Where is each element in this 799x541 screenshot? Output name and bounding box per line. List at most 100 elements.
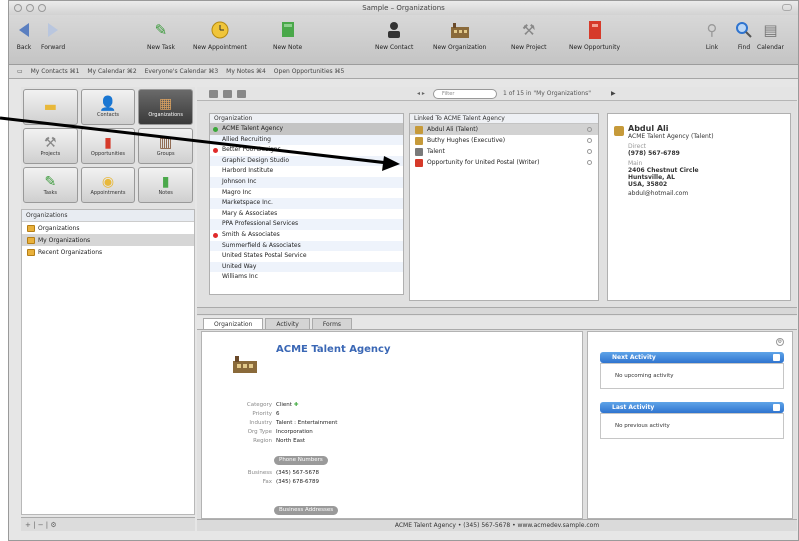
sidebar-toggle-icon[interactable]: ▭ [17,68,23,75]
organization-row[interactable]: United Way [210,261,403,273]
gear-icon[interactable]: ⚙ [776,338,784,346]
category-contacts[interactable]: 👤 Contacts [80,89,136,125]
next-arrow-icon[interactable]: ▶ [611,87,616,101]
linked-item[interactable]: Buthy Hughes (Executive) [410,135,598,146]
organization-row[interactable]: PPA Professional Services [210,219,403,230]
last-activity-header[interactable]: Last Activity [600,402,784,413]
organization-row[interactable]: Harbord Institute [210,166,403,177]
organization-row-label: Harbord Institute [222,167,274,175]
radio-icon[interactable] [587,148,592,154]
bookmark-item[interactable]: My Calendar ⌘2 [87,68,136,75]
card-phone[interactable]: (978) 567-6789 [628,150,714,157]
category-notes[interactable]: ▮ Notes [138,167,193,203]
category-organizations[interactable]: ▦ Organizations [138,89,193,125]
field-value[interactable]: 6 [276,411,280,417]
new-contact-button[interactable]: New Contact [375,19,413,51]
card-view-button[interactable] [237,90,246,98]
organization-row[interactable]: Marketspace Inc. [210,198,403,209]
folder-icon [27,248,35,256]
new-project-button[interactable]: ⚒ New Project [511,19,547,51]
add-group-button[interactable]: + [25,521,31,529]
new-opportunity-button[interactable]: New Opportunity [569,19,620,51]
organization-row-label: Marketspace Inc. [222,199,273,207]
business-phone[interactable]: (345) 567-5678 [276,470,319,476]
organization-row[interactable]: Magro Inc [210,188,403,199]
category-opportunities[interactable]: ▮ Opportunities [80,128,136,164]
fax-number[interactable]: (345) 678-6789 [276,479,319,485]
minimize-window-button[interactable] [26,4,34,12]
radio-icon[interactable] [587,159,592,165]
tab-organization[interactable]: Organization [203,318,264,329]
group-options-button[interactable]: ⚙ [50,521,56,529]
group-item[interactable]: My Organizations [22,234,194,246]
link-button[interactable]: ⚲ Link [701,19,723,51]
zoom-window-button[interactable] [38,4,46,12]
card-address-line: 2406 Chestnut Circle [628,167,699,174]
group-item[interactable]: Recent Organizations [22,246,194,258]
briefcase-icon: ▮ [104,135,112,151]
addresses-pill[interactable]: Business Addresses [274,506,339,515]
linked-item[interactable]: Opportunity for United Postal (Writer) [410,157,598,168]
category-groups[interactable]: ▥ Groups [138,128,193,164]
radio-icon[interactable] [587,126,592,132]
organization-row[interactable]: Better Pool Designs [210,145,403,156]
add-icon[interactable] [773,354,780,361]
tab-activity[interactable]: Activity [265,318,310,329]
left-sidebar: ▬ 👤 Contacts ▦ Organizations ⚒ Projects ▮ Op… [21,87,195,515]
remove-group-button[interactable]: − [38,521,44,529]
tab-forms[interactable]: Forms [311,318,353,329]
organization-row[interactable]: Smith & Associates [210,230,403,241]
nav-arrows[interactable]: ◂ ▸ [417,87,425,101]
organization-row[interactable]: Johnson Inc [210,176,403,188]
bookmark-item[interactable]: Open Opportunities ⌘5 [274,68,345,75]
close-window-button[interactable] [14,4,22,12]
linked-item[interactable]: Abdul Ali (Talent) [410,124,598,135]
organization-row[interactable]: United States Postal Service [210,251,403,262]
forward-button[interactable]: Forward [41,19,65,51]
organization-row-label: United States Postal Service [222,252,307,260]
toolbar-toggle-button[interactable] [782,4,792,11]
search-input[interactable]: Filter [433,89,497,99]
new-task-button[interactable]: ✎ New Task [147,19,175,51]
field-value[interactable]: Incorporation [276,429,313,435]
organization-row-label: Allied Recruiting [222,135,271,143]
list-view-button[interactable] [209,90,218,98]
group-item[interactable]: Organizations [22,222,194,234]
field-value[interactable]: Talent : Entertainment [276,420,337,426]
organization-row[interactable]: Williams Inc [210,272,403,283]
category-notepad[interactable]: ▬ [23,89,78,125]
new-appointment-button[interactable]: New Appointment [193,19,247,51]
calendar-button[interactable]: ▤ Calendar [757,19,784,51]
column-view-button[interactable] [223,90,232,98]
new-note-button[interactable]: New Note [273,19,302,51]
organization-row[interactable]: Mary & Associates [210,209,403,220]
organization-row[interactable]: ACME Talent Agency [210,124,403,135]
card-email[interactable]: abdul@hotmail.com [628,190,714,197]
field-value[interactable]: North East [276,438,305,444]
field-label: Org Type [247,429,272,435]
bookmark-item[interactable]: My Contacts ⌘1 [31,68,80,75]
person-icon [415,125,423,134]
back-button[interactable]: Back [13,19,35,51]
organization-column-header[interactable]: Organization [210,114,403,124]
radio-icon[interactable] [587,137,592,143]
field-value[interactable]: Client ✚ [276,402,298,408]
category-projects[interactable]: ⚒ Projects [23,128,78,164]
bookmark-item[interactable]: Everyone's Calendar ⌘3 [145,68,219,75]
category-appointments[interactable]: ◉ Appointments [80,167,136,203]
next-activity-header[interactable]: Next Activity [600,352,784,363]
linked-item[interactable]: Talent [410,146,598,157]
category-tasks[interactable]: ✎ Tasks [23,167,78,203]
pushpin-icon: ✎ [44,174,57,190]
phone-numbers-pill[interactable]: Phone Numbers [274,456,328,465]
find-button[interactable]: Find [733,19,755,51]
add-icon[interactable] [773,404,780,411]
bookmark-item[interactable]: My Notes ⌘4 [226,68,266,75]
plus-icon[interactable]: ✚ [294,402,299,408]
organization-row[interactable]: Allied Recruiting [210,134,403,146]
split-divider[interactable] [197,307,797,315]
organization-row[interactable]: Summerfield & Associates [210,240,403,252]
new-organization-button[interactable]: New Organization [433,19,486,51]
activity-sidebar: ⚙ Next Activity No upcoming activity Las… [587,331,793,519]
organization-row[interactable]: Graphic Design Studio [210,155,403,167]
